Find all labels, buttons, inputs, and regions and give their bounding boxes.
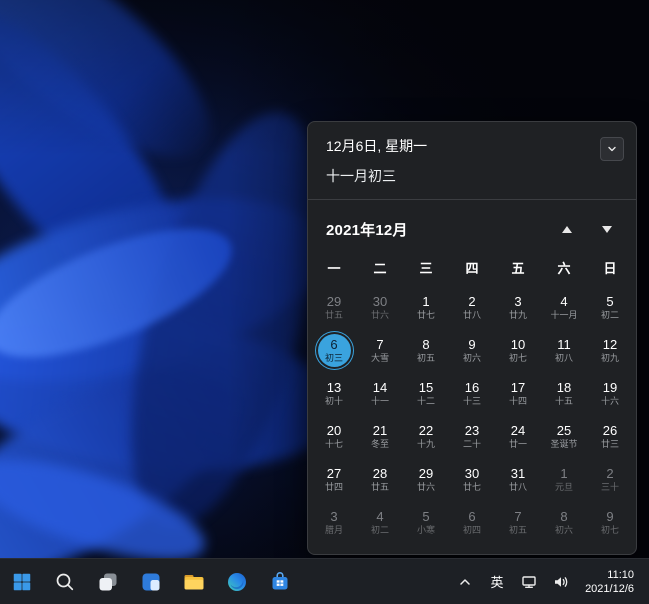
calendar-collapse-button[interactable]: [600, 137, 624, 161]
network-icon: [520, 573, 538, 591]
system-tray: 英 11:10 2021/12/6: [450, 565, 645, 599]
weekday-row: 一二三四五六日: [308, 248, 636, 284]
calendar-day[interactable]: 12初九: [587, 329, 633, 372]
calendar-day[interactable]: 1元旦: [541, 458, 587, 501]
lunar-date-label: 十一月初三: [326, 166, 427, 186]
calendar-day[interactable]: 4初二: [357, 501, 403, 544]
calendar-day[interactable]: 28廿五: [357, 458, 403, 501]
calendar-day[interactable]: 7初五: [495, 501, 541, 544]
network-button[interactable]: [514, 565, 544, 599]
calendar-day[interactable]: 17十四: [495, 372, 541, 415]
calendar-day[interactable]: 23二十: [449, 415, 495, 458]
chevron-up-icon: [456, 573, 474, 591]
volume-button[interactable]: [546, 565, 576, 599]
calendar-day[interactable]: 16十三: [449, 372, 495, 415]
chevron-down-icon: [605, 142, 619, 156]
previous-month-button[interactable]: [554, 216, 580, 242]
calendar-grid: 29廿五30廿六1廿七2廿八3廿九4十一月5初二 6初三7大雪8初五9初六10初七…: [308, 284, 636, 554]
calendar-day[interactable]: 10初七: [495, 329, 541, 372]
calendar-day[interactable]: 3腊月: [311, 501, 357, 544]
calendar-day[interactable]: 5初二: [587, 286, 633, 329]
calendar-day-selected[interactable]: 6初三: [311, 329, 357, 372]
calendar-day[interactable]: 31廿八: [495, 458, 541, 501]
calendar-header-text: 12月6日, 星期一 十一月初三: [326, 136, 427, 186]
calendar-day[interactable]: 2廿八: [449, 286, 495, 329]
calendar-day[interactable]: 9初七: [587, 501, 633, 544]
edge-button[interactable]: [217, 562, 257, 602]
file-explorer-icon: [182, 570, 206, 594]
calendar-day[interactable]: 19十六: [587, 372, 633, 415]
calendar-day[interactable]: 15十二: [403, 372, 449, 415]
task-view-button[interactable]: [88, 562, 128, 602]
calendar-header: 12月6日, 星期一 十一月初三: [308, 122, 636, 199]
file-explorer-button[interactable]: [174, 562, 214, 602]
calendar-day[interactable]: 29廿六: [403, 458, 449, 501]
calendar-day[interactable]: 11初八: [541, 329, 587, 372]
start-button[interactable]: [2, 562, 42, 602]
calendar-day[interactable]: 3廿九: [495, 286, 541, 329]
calendar-day[interactable]: 26廿三: [587, 415, 633, 458]
calendar-day[interactable]: 6初四: [449, 501, 495, 544]
taskbar-apps: [2, 562, 300, 602]
calendar-day[interactable]: 14十一: [357, 372, 403, 415]
calendar-day[interactable]: 9初六: [449, 329, 495, 372]
weekday-label: 一: [311, 256, 357, 282]
edge-icon: [226, 571, 248, 593]
calendar-day[interactable]: 29廿五: [311, 286, 357, 329]
month-navigation: 2021年12月: [308, 200, 636, 248]
calendar-day[interactable]: 8初五: [403, 329, 449, 372]
widgets-button[interactable]: [131, 562, 171, 602]
search-button[interactable]: [45, 562, 85, 602]
calendar-day[interactable]: 25圣诞节: [541, 415, 587, 458]
weekday-label: 四: [449, 256, 495, 282]
calendar-day[interactable]: 27廿四: [311, 458, 357, 501]
microsoft-store-button[interactable]: [260, 562, 300, 602]
calendar-flyout: 12月6日, 星期一 十一月初三 2021年12月 一二三四五六日 29廿五30…: [307, 121, 637, 555]
clock-time: 11:10: [607, 568, 634, 582]
hidden-icons-button[interactable]: [450, 565, 480, 599]
calendar-day[interactable]: 21冬至: [357, 415, 403, 458]
clock[interactable]: 11:10 2021/12/6: [578, 568, 641, 596]
windows-logo-icon: [11, 571, 33, 593]
weekday-label: 六: [541, 256, 587, 282]
calendar-day[interactable]: 8初六: [541, 501, 587, 544]
calendar-day[interactable]: 4十一月: [541, 286, 587, 329]
calendar-day[interactable]: 22十九: [403, 415, 449, 458]
widgets-icon: [140, 571, 162, 593]
weekday-label: 三: [403, 256, 449, 282]
calendar-day[interactable]: 13初十: [311, 372, 357, 415]
weekday-label: 五: [495, 256, 541, 282]
calendar-day[interactable]: 7大雪: [357, 329, 403, 372]
calendar-day[interactable]: 18十五: [541, 372, 587, 415]
month-arrows: [554, 216, 620, 242]
calendar-day[interactable]: 1廿七: [403, 286, 449, 329]
chevron-down-icon: [602, 226, 612, 233]
calendar-day[interactable]: 30廿七: [449, 458, 495, 501]
microsoft-store-icon: [268, 570, 292, 594]
clock-date: 2021/12/6: [585, 582, 634, 596]
ime-mode-label: 英: [491, 572, 504, 591]
taskbar: 英 11:10 2021/12/6: [0, 558, 649, 604]
ime-mode-button[interactable]: 英: [482, 565, 512, 599]
month-year-label[interactable]: 2021年12月: [326, 219, 408, 240]
weekday-label: 二: [357, 256, 403, 282]
search-icon: [54, 571, 76, 593]
next-month-button[interactable]: [594, 216, 620, 242]
task-view-icon: [97, 571, 119, 593]
calendar-day[interactable]: 24廿一: [495, 415, 541, 458]
volume-icon: [552, 573, 570, 591]
chevron-up-icon: [562, 226, 572, 233]
weekday-label: 日: [587, 256, 633, 282]
calendar-day[interactable]: 20十七: [311, 415, 357, 458]
calendar-day[interactable]: 5小寒: [403, 501, 449, 544]
calendar-day[interactable]: 30廿六: [357, 286, 403, 329]
calendar-day[interactable]: 2三十: [587, 458, 633, 501]
selected-date-label: 12月6日, 星期一: [326, 136, 427, 156]
